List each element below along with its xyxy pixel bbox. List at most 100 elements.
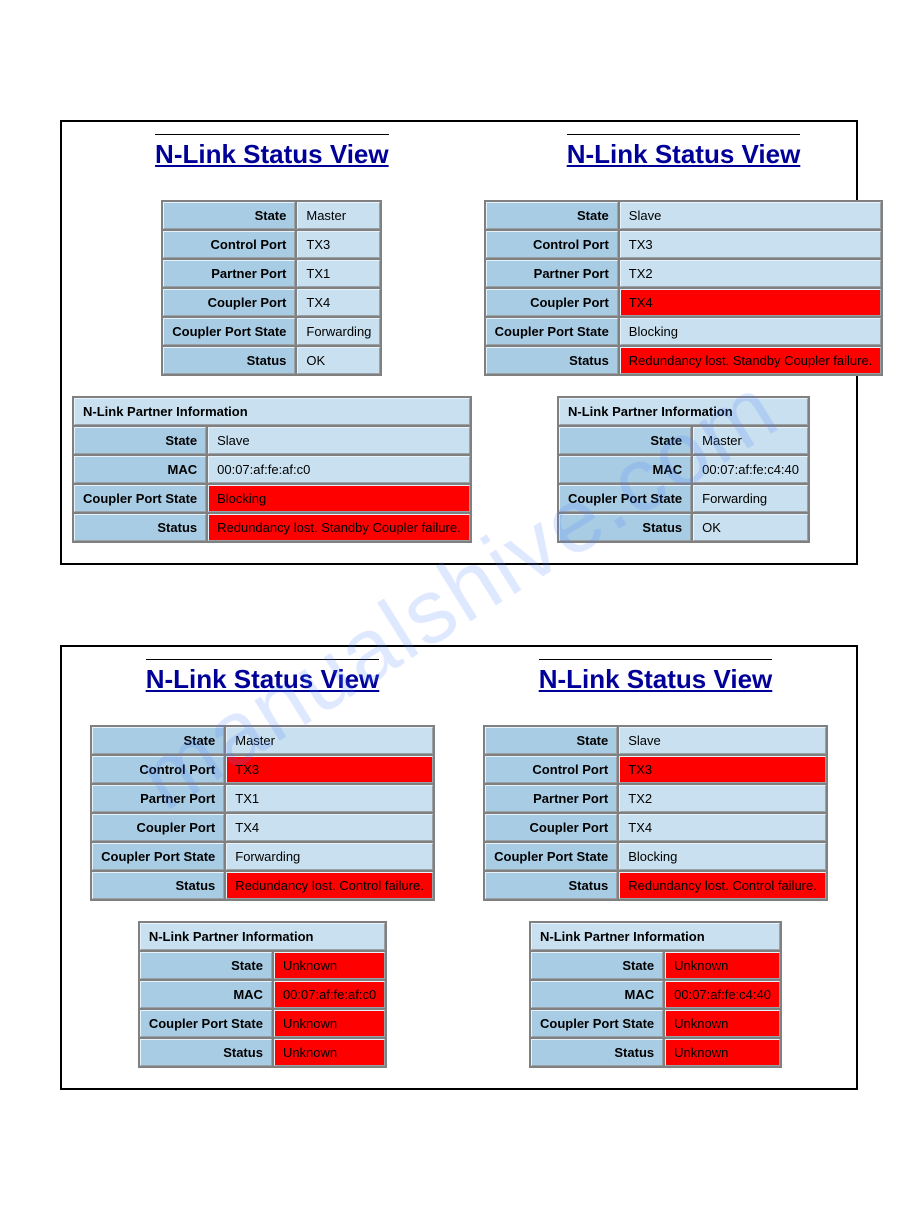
value-coupler-port-state: Blocking <box>619 843 826 870</box>
status-column: N-Link Status View StateSlave Control Po… <box>484 130 884 543</box>
label-mac: MAC <box>140 981 272 1008</box>
status-column: N-Link Status View StateMaster Control P… <box>72 655 453 1068</box>
label-state: State <box>485 727 617 754</box>
label-coupler-port-state: Coupler Port State <box>559 485 691 512</box>
label-state: State <box>92 727 224 754</box>
label-coupler-port-state: Coupler Port State <box>163 318 295 345</box>
label-partner-port: Partner Port <box>485 785 617 812</box>
label-state: State <box>140 952 272 979</box>
value-control-port: TX3 <box>297 231 380 258</box>
label-state: State <box>559 427 691 454</box>
main-table: StateSlave Control PortTX3 Partner PortT… <box>484 200 884 376</box>
partner-state: Master <box>693 427 808 454</box>
partner-state: Unknown <box>665 952 780 979</box>
value-state: Slave <box>619 727 826 754</box>
label-control-port: Control Port <box>485 756 617 783</box>
label-coupler-port-state: Coupler Port State <box>140 1010 272 1037</box>
status-column: N-Link Status View StateSlave Control Po… <box>465 655 846 1068</box>
label-state: State <box>163 202 295 229</box>
page-title: N-Link Status View <box>155 134 389 170</box>
value-control-port: TX3 <box>226 756 433 783</box>
page: N-Link Status View StateMaster Control P… <box>0 0 918 1210</box>
label-control-port: Control Port <box>92 756 224 783</box>
label-status: Status <box>74 514 206 541</box>
value-control-port: TX3 <box>619 756 826 783</box>
partner-status: Unknown <box>274 1039 385 1066</box>
partner-status: Redundancy lost. Standby Coupler failure… <box>208 514 470 541</box>
partner-status: Unknown <box>665 1039 780 1066</box>
label-coupler-port-state: Coupler Port State <box>486 318 618 345</box>
value-status: Redundancy lost. Control failure. <box>619 872 826 899</box>
value-coupler-port: TX4 <box>620 289 882 316</box>
status-panel: N-Link Status View StateMaster Control P… <box>60 120 858 565</box>
label-coupler-port: Coupler Port <box>92 814 224 841</box>
label-partner-port: Partner Port <box>486 260 618 287</box>
label-mac: MAC <box>531 981 663 1008</box>
partner-mac: 00:07:af:fe:af:c0 <box>274 981 385 1008</box>
label-status: Status <box>92 872 224 899</box>
partner-mac: 00:07:af:fe:c4:40 <box>665 981 780 1008</box>
label-state: State <box>531 952 663 979</box>
label-control-port: Control Port <box>163 231 295 258</box>
label-mac: MAC <box>559 456 691 483</box>
value-coupler-port-state: Blocking <box>620 318 882 345</box>
partner-table: N-Link Partner Information StateSlave MA… <box>72 396 472 543</box>
value-coupler-port-state: Forwarding <box>297 318 380 345</box>
partner-table: N-Link Partner Information StateUnknown … <box>138 921 387 1068</box>
label-coupler-port-state: Coupler Port State <box>92 843 224 870</box>
label-status: Status <box>163 347 295 374</box>
value-coupler-port: TX4 <box>226 814 433 841</box>
value-state: Master <box>297 202 380 229</box>
value-partner-port: TX2 <box>619 785 826 812</box>
partner-header: N-Link Partner Information <box>559 398 808 425</box>
status-column: N-Link Status View StateMaster Control P… <box>72 130 472 543</box>
label-state: State <box>74 427 206 454</box>
partner-coupler-port-state: Unknown <box>274 1010 385 1037</box>
partner-state: Slave <box>208 427 470 454</box>
label-control-port: Control Port <box>486 231 618 258</box>
label-coupler-port: Coupler Port <box>485 814 617 841</box>
page-title: N-Link Status View <box>539 659 773 695</box>
label-coupler-port: Coupler Port <box>163 289 295 316</box>
value-partner-port: TX1 <box>226 785 433 812</box>
value-status: Redundancy lost. Control failure. <box>226 872 433 899</box>
label-partner-port: Partner Port <box>92 785 224 812</box>
label-status: Status <box>559 514 691 541</box>
value-coupler-port: TX4 <box>619 814 826 841</box>
label-partner-port: Partner Port <box>163 260 295 287</box>
main-table: StateSlave Control PortTX3 Partner PortT… <box>483 725 828 901</box>
label-coupler-port-state: Coupler Port State <box>74 485 206 512</box>
label-status: Status <box>531 1039 663 1066</box>
value-partner-port: TX1 <box>297 260 380 287</box>
partner-state: Unknown <box>274 952 385 979</box>
value-status: Redundancy lost. Standby Coupler failure… <box>620 347 882 374</box>
main-table: StateMaster Control PortTX3 Partner Port… <box>90 725 435 901</box>
status-panel: N-Link Status View StateMaster Control P… <box>60 645 858 1090</box>
label-mac: MAC <box>74 456 206 483</box>
partner-table: N-Link Partner Information StateMaster M… <box>557 396 810 543</box>
value-coupler-port-state: Forwarding <box>226 843 433 870</box>
label-coupler-port-state: Coupler Port State <box>485 843 617 870</box>
label-status: Status <box>140 1039 272 1066</box>
label-status: Status <box>486 347 618 374</box>
label-state: State <box>486 202 618 229</box>
page-title: N-Link Status View <box>146 659 380 695</box>
partner-table: N-Link Partner Information StateUnknown … <box>529 921 782 1068</box>
value-status: OK <box>297 347 380 374</box>
label-coupler-port-state: Coupler Port State <box>531 1010 663 1037</box>
partner-coupler-port-state: Unknown <box>665 1010 780 1037</box>
partner-coupler-port-state: Forwarding <box>693 485 808 512</box>
value-state: Master <box>226 727 433 754</box>
partner-coupler-port-state: Blocking <box>208 485 470 512</box>
partner-status: OK <box>693 514 808 541</box>
value-state: Slave <box>620 202 882 229</box>
partner-mac: 00:07:af:fe:af:c0 <box>208 456 470 483</box>
label-coupler-port: Coupler Port <box>486 289 618 316</box>
label-status: Status <box>485 872 617 899</box>
main-table: StateMaster Control PortTX3 Partner Port… <box>161 200 382 376</box>
page-title: N-Link Status View <box>567 134 801 170</box>
value-coupler-port: TX4 <box>297 289 380 316</box>
partner-header: N-Link Partner Information <box>140 923 385 950</box>
value-control-port: TX3 <box>620 231 882 258</box>
partner-mac: 00:07:af:fe:c4:40 <box>693 456 808 483</box>
